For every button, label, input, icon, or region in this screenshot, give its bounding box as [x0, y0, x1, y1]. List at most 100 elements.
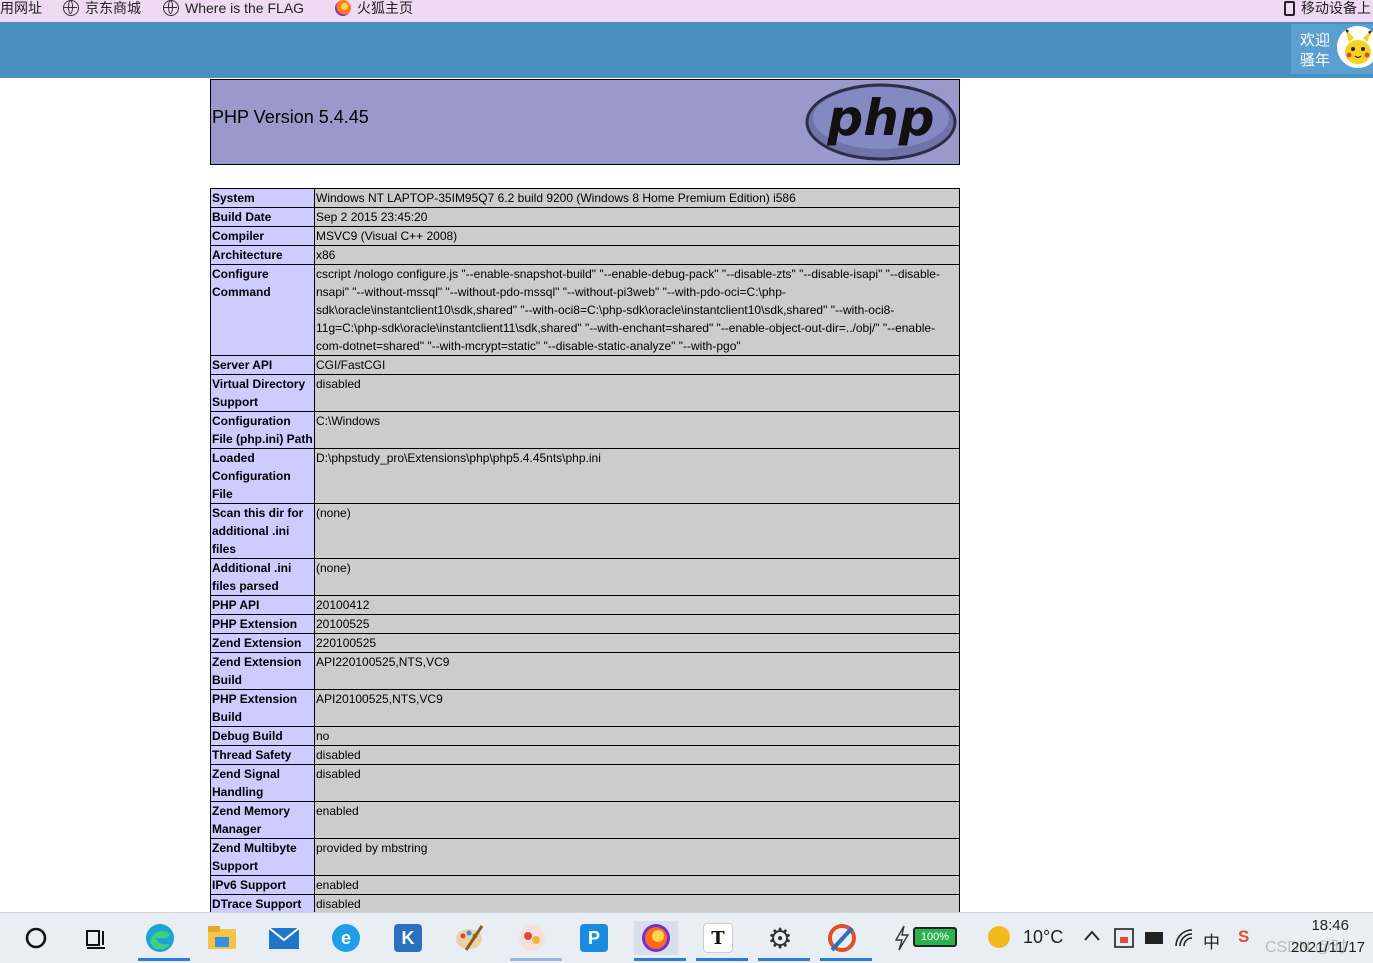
clock-time[interactable]: 18:46 — [1311, 917, 1349, 934]
bookmark-label: 移动设备上 — [1301, 0, 1371, 16]
input-method-icon[interactable]: S — [1238, 927, 1249, 947]
info-key: Compiler — [210, 226, 315, 246]
info-key: Zend Multibyte Support — [210, 838, 315, 876]
active-indicator — [634, 958, 686, 961]
weather-sun-icon[interactable] — [988, 926, 1010, 948]
table-row: Build Date Sep 2 2015 23:45:20 — [210, 207, 960, 227]
welcome-widget[interactable]: 欢迎 骚年 — [1291, 24, 1373, 74]
taskbar-app-typora[interactable]: T — [696, 921, 748, 961]
php-logo-icon[interactable]: php — [805, 83, 957, 161]
active-indicator — [696, 958, 748, 961]
info-key: Zend Extension Build — [210, 652, 315, 690]
table-row: Configure Command cscript /nologo configu… — [210, 264, 960, 356]
table-row: Server API CGI/FastCGI — [210, 355, 960, 375]
info-value: Windows NT LAPTOP-35IM95Q7 6.2 build 920… — [314, 188, 960, 208]
taskbar-app-edge[interactable] — [138, 921, 190, 961]
table-row: Zend Extension 220100525 — [210, 633, 960, 653]
taskbar-app-mail[interactable] — [262, 921, 306, 955]
taskbar-app-explorer[interactable] — [200, 921, 244, 955]
info-value: cscript /nologo configure.js "--enable-s… — [314, 264, 960, 356]
table-row: IPv6 Support enabled — [210, 875, 960, 895]
windows-taskbar: e K P T ⚙ 100% 10°C 中 S CSDN @时 18:46 20… — [0, 912, 1373, 963]
device-icon[interactable] — [1143, 929, 1165, 947]
taskbar-app-photo[interactable] — [510, 921, 562, 961]
mobile-device-icon — [1284, 0, 1295, 16]
battery-indicator[interactable]: 100% — [913, 927, 957, 947]
bookmark-label: Where is the FLAG — [185, 0, 305, 16]
bookmark-label: 火狐主页 — [357, 0, 413, 16]
p-app-icon: P — [580, 924, 608, 952]
bookmark-label: 常用网址 — [0, 0, 42, 16]
info-value: enabled — [314, 875, 960, 895]
table-row: Zend Signal Handling disabled — [210, 764, 960, 802]
pikachu-avatar-icon — [1337, 26, 1373, 68]
info-key: Zend Memory Manager — [210, 801, 315, 839]
photo-app-icon — [519, 925, 545, 951]
info-key: Server API — [210, 355, 315, 375]
taskbar-app-settings[interactable]: ⚙ — [758, 921, 810, 961]
firefox-icon — [335, 0, 351, 16]
info-key: Loaded Configuration File — [210, 448, 315, 504]
info-key: PHP API — [210, 595, 315, 615]
file-explorer-icon — [208, 926, 236, 949]
table-row: Zend Extension Build API220100525,NTS,VC9 — [210, 652, 960, 690]
info-key: Thread Safety — [210, 745, 315, 765]
info-key: Debug Build — [210, 726, 315, 746]
info-value: x86 — [314, 245, 960, 265]
clock-date[interactable]: 2021/11/17 — [1291, 939, 1365, 956]
task-view-button[interactable] — [74, 921, 118, 955]
table-row: System Windows NT LAPTOP-35IM95Q7 6.2 bui… — [210, 188, 960, 208]
table-row: Zend Multibyte Support provided by mbstri… — [210, 838, 960, 876]
taskbar-app-paint[interactable] — [448, 921, 492, 955]
info-value: provided by mbstring — [314, 838, 960, 876]
info-key: Build Date — [210, 207, 315, 227]
info-value: CGI/FastCGI — [314, 355, 960, 375]
charging-icon — [894, 925, 910, 951]
info-value: API20100525,NTS,VC9 — [314, 689, 960, 727]
app-tray-icon[interactable] — [1113, 927, 1135, 949]
table-row: Scan this dir for additional .ini files(… — [210, 503, 960, 559]
info-key: Additional .ini files parsed — [210, 558, 315, 596]
temperature[interactable]: 10°C — [1023, 927, 1063, 948]
taskbar-app-tool[interactable] — [820, 921, 872, 961]
info-value: API220100525,NTS,VC9 — [314, 652, 960, 690]
info-value: disabled — [314, 374, 960, 412]
cortana-icon — [25, 927, 47, 949]
bookmark-where-is-the-flag[interactable]: Where is the FLAG — [163, 0, 304, 16]
taskbar-app-p[interactable]: P — [572, 921, 616, 955]
table-row: DTrace Support disabled — [210, 894, 960, 912]
info-key: Configuration File (php.ini) Path — [210, 411, 315, 449]
bookmark-label: 京东商城 — [85, 0, 141, 16]
edge-icon — [146, 924, 174, 952]
taskbar-app-ie[interactable]: e — [324, 921, 368, 955]
table-row: PHP Extension 20100525 — [210, 614, 960, 634]
typora-icon: T — [703, 923, 733, 953]
table-row: Virtual Directory Support disabled — [210, 374, 960, 412]
info-value: Sep 2 2015 23:45:20 — [314, 207, 960, 227]
cortana-button[interactable] — [14, 921, 58, 955]
table-row: Architecture x86 — [210, 245, 960, 265]
system-tray: 100% 10°C 中 S CSDN @时 18:46 2021/11/17 — [893, 913, 1373, 963]
table-row: Additional .ini files parsed (none) — [210, 558, 960, 596]
info-value: enabled — [314, 801, 960, 839]
chevron-up-icon[interactable] — [1083, 927, 1101, 945]
bookmark-common-sites[interactable]: 常用网址 — [0, 0, 42, 16]
info-value: (none) — [314, 503, 960, 559]
taskbar-app-k[interactable]: K — [386, 921, 430, 955]
info-value: 220100525 — [314, 633, 960, 653]
globe-icon — [63, 0, 79, 16]
avatar[interactable] — [1337, 26, 1373, 68]
table-row: Loaded Configuration File D:\phpstudy_pro… — [210, 448, 960, 504]
info-key: Virtual Directory Support — [210, 374, 315, 412]
info-value: no — [314, 726, 960, 746]
bookmark-firefox-home[interactable]: 火狐主页 — [335, 0, 413, 16]
wifi-icon[interactable] — [1173, 927, 1195, 949]
info-value: D:\phpstudy_pro\Extensions\php\php5.4.45… — [314, 448, 960, 504]
php-info-table: System Windows NT LAPTOP-35IM95Q7 6.2 bui… — [210, 188, 960, 912]
taskbar-app-firefox[interactable] — [634, 921, 686, 961]
ie-icon: e — [332, 924, 360, 952]
ime-indicator[interactable]: 中 — [1203, 928, 1220, 953]
firefox-icon — [642, 924, 670, 952]
bookmark-mobile-devices[interactable]: 移动设备上 — [1284, 0, 1371, 16]
bookmark-jd[interactable]: 京东商城 — [63, 0, 141, 16]
